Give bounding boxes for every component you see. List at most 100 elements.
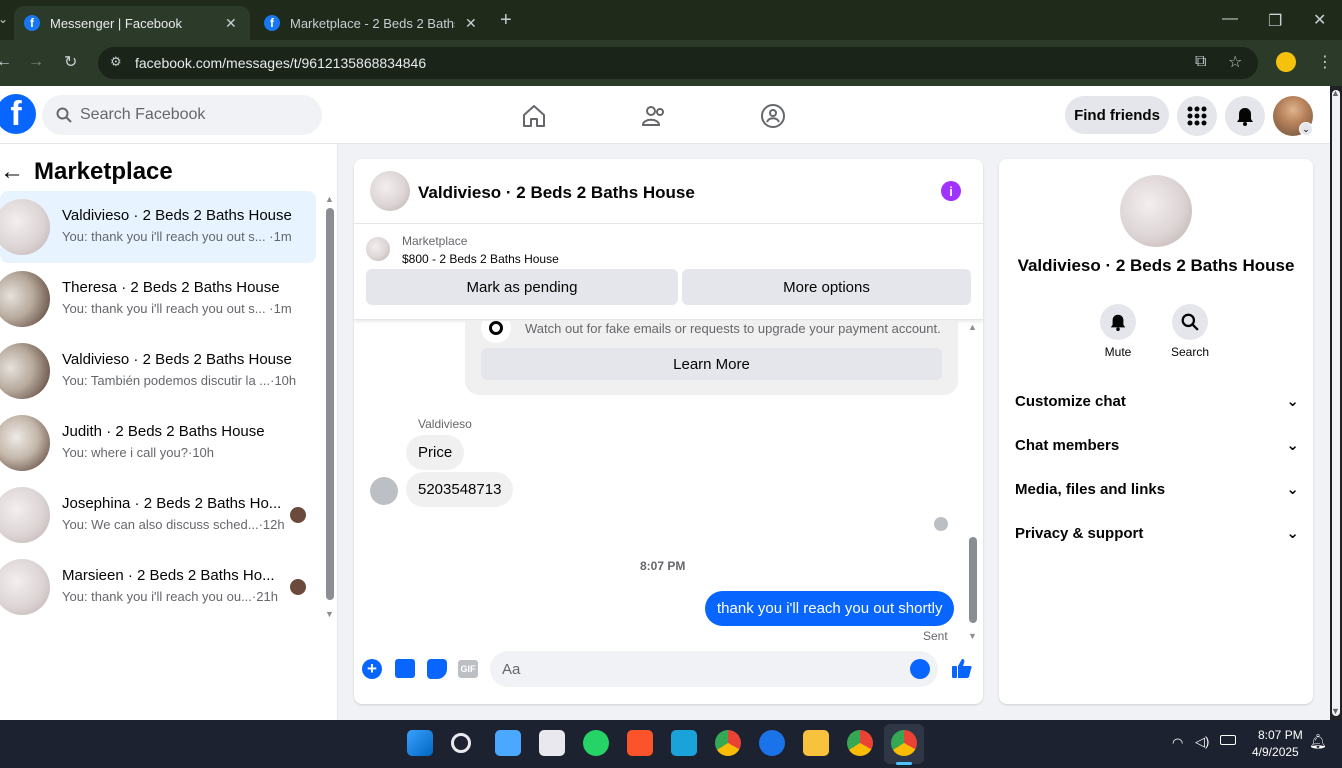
listing-title[interactable]: $800 - 2 Beds 2 Baths House — [402, 252, 559, 266]
emoji-icon[interactable] — [910, 659, 930, 679]
chat-avatar[interactable] — [370, 171, 410, 211]
close-tab-icon[interactable]: ✕ — [225, 15, 237, 32]
clock-time[interactable]: 8:07 PM — [1258, 728, 1303, 742]
marketplace-listing-bar: Marketplace $800 - 2 Beds 2 Baths House … — [354, 224, 983, 320]
install-app-icon[interactable]: ⧉ — [1195, 53, 1206, 71]
sidebar-scrollbar[interactable] — [326, 208, 334, 600]
facebook-logo-icon[interactable]: f — [0, 94, 36, 134]
grid-icon — [1187, 106, 1207, 126]
conversation-name: Valdivieso · 2 Beds 2 Baths House — [62, 351, 292, 368]
forward-icon[interactable]: → — [28, 53, 44, 71]
close-tab-icon[interactable]: ✕ — [465, 15, 477, 32]
chat-info-panel: Valdivieso · 2 Beds 2 Baths House Mute S… — [999, 159, 1313, 704]
snipping-tool-icon[interactable] — [539, 730, 565, 756]
whatsapp-icon[interactable] — [583, 730, 609, 756]
site-info-icon[interactable]: ⚙ — [110, 54, 122, 70]
media-files-links-row[interactable]: Media, files and links ⌄ — [1015, 477, 1299, 501]
add-plus-icon[interactable]: + — [362, 659, 382, 679]
sender-name: Valdivieso — [418, 417, 472, 431]
message-timestamp: 8:07 PM — [640, 559, 686, 573]
url-field[interactable]: ⚙ facebook.com/messages/t/96121358688348… — [98, 47, 1258, 79]
conversation-item[interactable]: Judith · 2 Beds 2 Baths House You: where… — [0, 407, 316, 479]
privacy-support-row[interactable]: Privacy & support ⌄ — [1015, 521, 1299, 545]
battery-icon[interactable] — [1220, 735, 1236, 745]
scroll-up-icon[interactable]: ▲ — [325, 194, 334, 204]
sticker-icon[interactable] — [427, 659, 447, 679]
facebook-header: f Search Facebook Find friends ⌄ — [0, 86, 1330, 144]
conversation-item[interactable]: Valdivieso · 2 Beds 2 Baths House You: T… — [0, 335, 316, 407]
customize-chat-row[interactable]: Customize chat ⌄ — [1015, 389, 1299, 413]
friends-nav-icon[interactable] — [640, 102, 668, 130]
listing-thumbnail — [0, 487, 50, 543]
chrome-menu-icon[interactable]: ⋮ — [1317, 52, 1333, 72]
contact-avatar[interactable] — [1120, 175, 1192, 247]
desktop-icon[interactable] — [671, 730, 697, 756]
clock-date[interactable]: 4/9/2025 — [1252, 745, 1299, 759]
groups-nav-icon[interactable] — [759, 102, 787, 130]
scroll-down-icon[interactable]: ▼ — [325, 609, 334, 619]
chat-members-row[interactable]: Chat members ⌄ — [1015, 433, 1299, 457]
profile-icon[interactable] — [1276, 52, 1296, 72]
sender-avatar[interactable] — [370, 477, 398, 505]
scroll-up-icon[interactable]: ▲ — [968, 322, 977, 332]
conversation-name: Josephina · 2 Beds 2 Baths Ho... — [62, 495, 282, 512]
chat-scrollbar[interactable] — [969, 537, 977, 623]
reload-icon[interactable]: ↻ — [64, 52, 77, 72]
bookmark-star-icon[interactable]: ☆ — [1228, 52, 1242, 72]
menu-grid-button[interactable] — [1177, 96, 1217, 136]
mute-button[interactable] — [1100, 304, 1136, 340]
chrome-profile-icon[interactable] — [847, 730, 873, 756]
conversation-item[interactable]: Valdivieso · 2 Beds 2 Baths House You: t… — [0, 191, 316, 263]
notepad-icon[interactable] — [495, 730, 521, 756]
conversation-item[interactable]: Theresa · 2 Beds 2 Baths House You: than… — [0, 263, 316, 335]
find-friends-button[interactable]: Find friends — [1065, 96, 1169, 134]
url-text: facebook.com/messages/t/9612135868834846 — [135, 55, 427, 71]
scroll-up-icon[interactable]: ▲ — [1331, 88, 1340, 98]
notification-bell-icon[interactable]: 🔔︎ — [1309, 733, 1327, 750]
maximize-icon[interactable]: ❐ — [1268, 11, 1282, 31]
section-label: Customize chat — [1015, 392, 1126, 410]
brave-icon[interactable] — [627, 730, 653, 756]
search-facebook-input[interactable]: Search Facebook — [42, 95, 322, 135]
tab-messenger[interactable]: f Messenger | Facebook ✕ — [14, 6, 250, 40]
windows-start-icon[interactable] — [407, 730, 433, 756]
wifi-icon[interactable]: ◠ — [1172, 735, 1183, 751]
my-message-bubble[interactable]: thank you i'll reach you out shortly — [705, 591, 955, 626]
search-icon[interactable] — [451, 733, 471, 753]
back-arrow-icon[interactable]: ← — [0, 158, 24, 186]
file-explorer-icon[interactable] — [803, 730, 829, 756]
conversation-item[interactable]: Marsieen · 2 Beds 2 Baths Ho... You: tha… — [0, 551, 316, 623]
mark-as-pending-button[interactable]: Mark as pending — [366, 269, 678, 305]
minimize-icon[interactable]: — — [1222, 10, 1238, 28]
back-icon[interactable]: ← — [0, 53, 12, 71]
address-bar-row: ← → ↻ ⚙ facebook.com/messages/t/96121358… — [0, 40, 1342, 86]
search-in-conversation-button[interactable] — [1172, 304, 1208, 340]
more-options-button[interactable]: More options — [682, 269, 971, 305]
notifications-button[interactable] — [1225, 96, 1265, 136]
tab-marketplace[interactable]: f Marketplace - 2 Beds 2 Baths H ✕ — [254, 6, 490, 40]
info-icon[interactable]: i — [941, 181, 961, 201]
scroll-down-icon[interactable]: ▼ — [968, 631, 977, 641]
chat-title[interactable]: Valdivieso · 2 Beds 2 Baths House — [418, 183, 695, 203]
thumbs-up-icon[interactable] — [951, 657, 973, 684]
chrome-icon[interactable] — [715, 730, 741, 756]
home-nav-icon[interactable] — [520, 102, 548, 130]
close-window-icon[interactable]: ✕ — [1313, 10, 1326, 30]
chevron-down-icon[interactable]: ⌄ — [1299, 122, 1313, 136]
message-input[interactable]: Aa — [490, 651, 938, 687]
scroll-down-icon[interactable]: ▼ — [1331, 706, 1340, 716]
conversation-item[interactable]: Josephina · 2 Beds 2 Baths Ho... You: We… — [0, 479, 316, 551]
gif-icon[interactable]: GIF — [458, 660, 478, 678]
photo-icon[interactable] — [395, 659, 415, 678]
search-placeholder: Search Facebook — [80, 106, 206, 123]
chrome-active-icon[interactable] — [891, 730, 917, 756]
volume-icon[interactable]: ◁) — [1195, 734, 1209, 750]
new-tab-button[interactable]: + — [500, 9, 512, 32]
chat-panel: Valdivieso · 2 Beds 2 Baths House i Mark… — [354, 159, 983, 704]
message-bubble[interactable]: 5203548713 — [406, 472, 514, 507]
message-bubble[interactable]: Price — [406, 435, 465, 470]
learn-more-button[interactable]: Learn More — [481, 348, 942, 380]
tab-search-icon[interactable]: ⌄ — [0, 12, 8, 26]
page-scrollbar[interactable] — [1332, 90, 1340, 716]
sync-app-icon[interactable] — [759, 730, 785, 756]
